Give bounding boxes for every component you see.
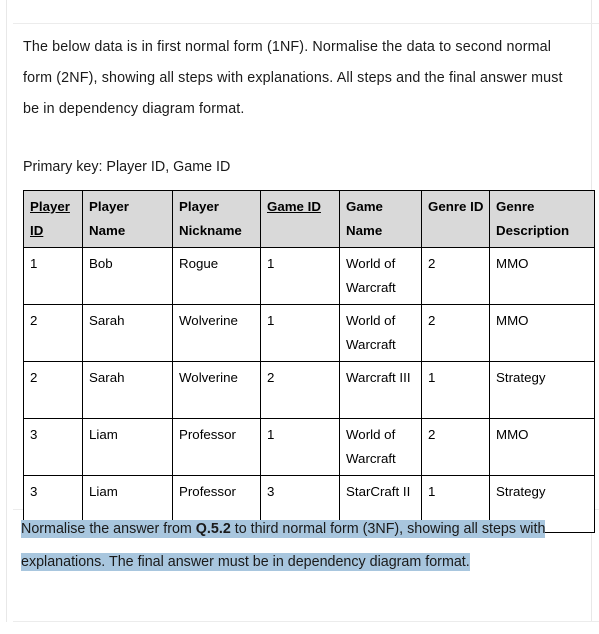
cell-player-nickname: Wolverine [172,361,261,419]
column-header-player-name: Player Name [82,190,173,248]
cell-game-id: 1 [260,304,340,362]
next-question-paragraph: Normalise the answer from Q.5.2 to third… [21,513,583,579]
column-header-label: Genre Description [496,199,570,238]
cell-game-name: Warcraft III [339,361,422,419]
cell-game-id: 2 [260,361,340,419]
cell-genre-id: 2 [421,247,490,305]
cell-genre-id: 2 [421,418,490,476]
cell-game-name: World of Warcraft [339,247,422,305]
table-row: 1 Bob Rogue 1 World of Warcraft 2 MMO [23,247,595,305]
column-header-player-nickname: Player Nickname [172,190,261,248]
cell-genre-id: 1 [421,361,490,419]
highlighted-selection: Normalise the answer from Q.5.2 to third… [21,520,546,571]
cell-player-nickname: Professor [172,418,261,476]
table-row: 2 Sarah Wolverine 1 World of Warcraft 2 … [23,304,595,362]
page-divider-bottom [13,621,599,622]
cell-player-id: 2 [23,304,83,362]
column-header-label: Game ID [267,199,321,214]
cell-player-name: Sarah [82,361,173,419]
document-content: The below data is in first normal form (… [15,24,595,533]
intro-paragraph: The below data is in first normal form (… [23,39,563,117]
column-header-genre-description: Genre Description [489,190,595,248]
column-header-label: Genre ID [428,199,484,214]
table-row: 2 Sarah Wolverine 2 Warcraft III 1 Strat… [23,361,595,419]
cell-genre-description: MMO [489,247,595,305]
cell-player-id: 2 [23,361,83,419]
cell-game-id: 1 [260,247,340,305]
cell-genre-id: 2 [421,304,490,362]
normalisation-data-table: Player ID Player Name Player Nickname Ga… [23,190,595,533]
column-header-genre-id: Genre ID [421,190,490,248]
column-header-label: Player Nickname [179,199,242,238]
cell-player-id: 1 [23,247,83,305]
table-header-row: Player ID Player Name Player Nickname Ga… [23,190,595,248]
cell-game-name: World of Warcraft [339,304,422,362]
column-header-label: Player ID [30,199,70,238]
column-header-game-name: Game Name [339,190,422,248]
cell-player-id: 3 [23,418,83,476]
primary-key-line: Primary key: Player ID, Game ID [23,159,231,175]
document-page: The below data is in first normal form (… [6,0,599,622]
cell-genre-description: MMO [489,304,595,362]
column-header-label: Player Name [89,199,129,238]
cell-player-name: Bob [82,247,173,305]
column-header-game-id: Game ID [260,190,340,248]
column-header-label: Game Name [346,199,383,238]
question-text-part1: Normalise the answer from [21,521,196,537]
cell-game-id: 1 [260,418,340,476]
cell-genre-description: MMO [489,418,595,476]
cell-player-nickname: Wolverine [172,304,261,362]
cell-game-name: World of Warcraft [339,418,422,476]
cell-player-name: Sarah [82,304,173,362]
table-row: 3 Liam Professor 1 World of Warcraft 2 M… [23,418,595,476]
question-reference: Q.5.2 [195,521,231,537]
question-text: Normalise the answer from Q.5.2 to third… [21,513,583,579]
cell-player-name: Liam [82,418,173,476]
cell-player-nickname: Rogue [172,247,261,305]
cell-genre-description: Strategy [489,361,595,419]
column-header-player-id: Player ID [23,190,83,248]
